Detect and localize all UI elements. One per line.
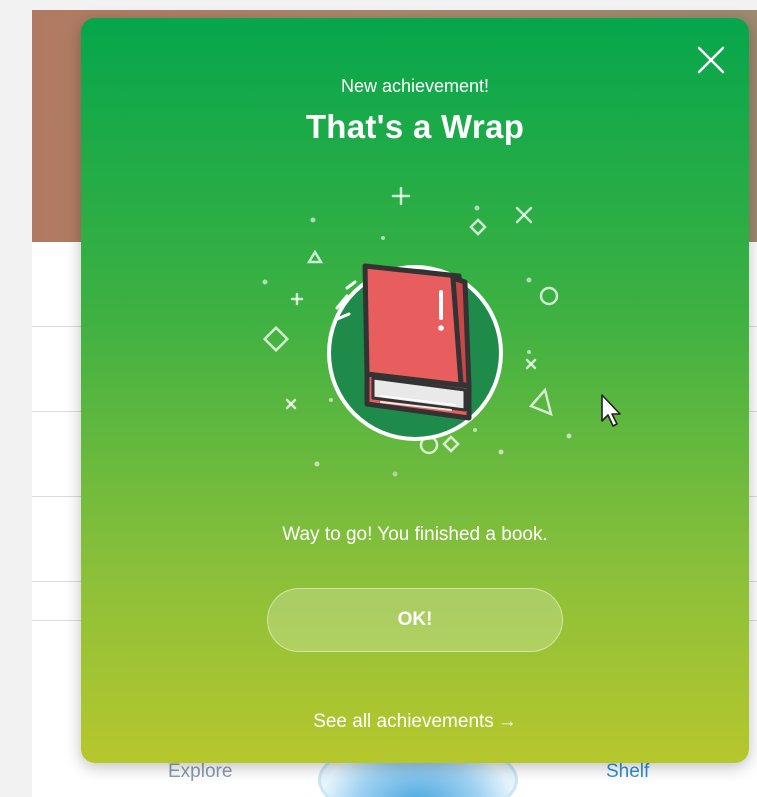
ok-button[interactable]: OK! bbox=[267, 588, 563, 652]
arrow-right-icon: → bbox=[497, 711, 517, 732]
mouse-pointer-icon bbox=[601, 394, 621, 427]
nav-explore[interactable]: Explore bbox=[168, 761, 232, 783]
nav-shelf[interactable]: Shelf bbox=[606, 761, 649, 783]
ok-button-label: OK! bbox=[397, 609, 433, 630]
achievement-modal: New achievement! That's a Wrap Way to go… bbox=[81, 18, 749, 763]
page: Explore Shelf New achievement! That's a … bbox=[0, 0, 757, 797]
close-button[interactable] bbox=[695, 44, 727, 76]
book-icon bbox=[262, 186, 572, 477]
see-all-achievements-label: See all achievements bbox=[313, 711, 494, 732]
close-icon bbox=[697, 46, 725, 74]
bottom-nav: Explore Shelf bbox=[32, 737, 757, 797]
achievement-title: That's a Wrap bbox=[305, 108, 525, 145]
see-all-achievements-link[interactable]: See all achievements → bbox=[81, 711, 749, 733]
achievement-message: Way to go! You finished a book. bbox=[282, 524, 548, 545]
achievement-illustration bbox=[255, 178, 575, 478]
achievement-subtitle: New achievement! bbox=[340, 76, 490, 96]
